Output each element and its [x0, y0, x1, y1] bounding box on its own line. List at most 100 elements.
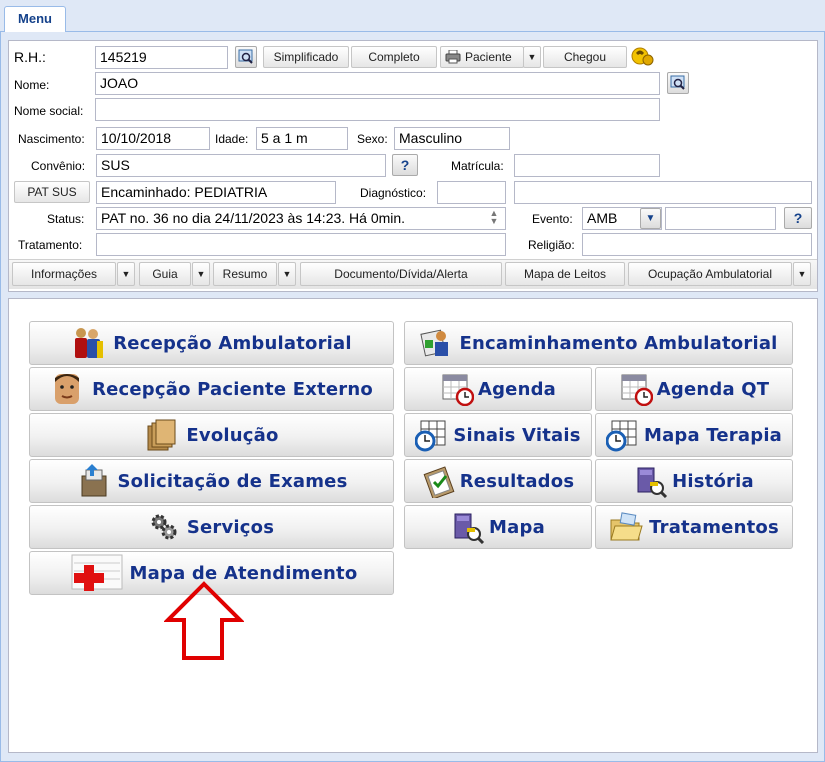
calendar-clock-icon [440, 372, 475, 407]
historia-label: História [672, 470, 754, 492]
open-folder-icon [609, 510, 643, 544]
agenda-button[interactable]: Agenda [404, 367, 592, 411]
search-card-icon [238, 49, 253, 64]
sexo-input[interactable]: Masculino [394, 127, 510, 150]
sexo-label: Sexo: [357, 132, 388, 146]
religiao-input[interactable] [582, 233, 812, 256]
tratamentos-button[interactable]: Tratamentos [595, 505, 793, 549]
nascimento-label: Nascimento: [18, 132, 85, 146]
database-search-icon [451, 510, 485, 545]
red-cross-chart-icon [66, 553, 124, 593]
servicos-label: Serviços [186, 516, 275, 538]
mapa-terapia-button[interactable]: Mapa Terapia [595, 413, 793, 457]
nome-search-button[interactable] [667, 72, 689, 94]
guia-button[interactable]: Guia [139, 262, 191, 286]
evolucao-button[interactable]: Evolução [29, 413, 394, 457]
idade-input[interactable]: 5 a 1 m [256, 127, 348, 150]
status-input[interactable]: PAT no. 36 no dia 24/11/2023 às 14:23. H… [96, 207, 506, 230]
nome-input[interactable]: JOAO [95, 72, 660, 95]
idade-label: Idade: [215, 132, 249, 146]
evento-help-button[interactable]: ? [784, 207, 812, 229]
paciente-label: Paciente [465, 50, 512, 64]
historia-button[interactable]: História [595, 459, 793, 503]
encaminhamento-ambulatorial-label: Encaminhamento Ambulatorial [459, 332, 778, 354]
mapa-de-leitos-button[interactable]: Mapa de Leitos [505, 262, 625, 286]
red-up-arrow-annotation [163, 580, 245, 665]
mapa-terapia-label: Mapa Terapia [643, 424, 783, 446]
agenda-qt-label: Agenda QT [656, 378, 770, 400]
guia-dropdown-arrow[interactable]: ▼ [192, 262, 210, 286]
resumo-button[interactable]: Resumo [213, 262, 277, 286]
servicos-button[interactable]: Serviços [29, 505, 394, 549]
clipboard-check-icon [422, 464, 456, 500]
agenda-label: Agenda [477, 378, 557, 400]
tab-menu[interactable]: Menu [4, 6, 66, 33]
encaminhamento-ambulatorial-button[interactable]: Encaminhamento Ambulatorial [404, 321, 793, 365]
recepcao-ambulatorial-label: Recepção Ambulatorial [113, 332, 352, 354]
nome-label: Nome: [14, 78, 50, 92]
informacoes-dropdown-arrow[interactable]: ▼ [117, 262, 135, 286]
database-search-icon [634, 464, 668, 499]
agenda-qt-button[interactable]: Agenda QT [595, 367, 793, 411]
chevron-down-icon[interactable]: ▼ [640, 208, 661, 229]
exam-request-icon [76, 464, 110, 498]
diagnostico-label: Diagnóstico: [360, 186, 427, 200]
recepcao-ambulatorial-button[interactable]: Recepção Ambulatorial [29, 321, 394, 365]
completo-button[interactable]: Completo [351, 46, 437, 68]
printer-icon [445, 49, 461, 70]
referral-icon [419, 326, 453, 360]
phone-icon[interactable] [629, 44, 655, 68]
chegou-button[interactable]: Chegou [543, 46, 627, 68]
evento-label: Evento: [532, 212, 573, 226]
paciente-dropdown-arrow[interactable]: ▼ [523, 46, 541, 68]
patient-face-icon [50, 372, 84, 406]
matricula-input[interactable] [514, 154, 660, 177]
resultados-button[interactable]: Resultados [404, 459, 592, 503]
evento-detail-input[interactable] [665, 207, 776, 230]
ocupacao-dropdown-arrow[interactable]: ▼ [793, 262, 811, 286]
resumo-dropdown-arrow[interactable]: ▼ [278, 262, 296, 286]
sinais-vitais-label: Sinais Vitais [453, 424, 581, 446]
religiao-label: Religião: [528, 238, 575, 252]
nascimento-input[interactable]: 10/10/2018 [96, 127, 210, 150]
status-spinner-icon[interactable]: ▲ ▼ [486, 209, 502, 227]
paciente-button[interactable]: Paciente [440, 46, 524, 68]
nome-social-input[interactable] [95, 98, 660, 121]
search-card-icon [670, 75, 685, 90]
ocupacao-ambulatorial-button[interactable]: Ocupação Ambulatorial [628, 262, 792, 286]
folders-icon [144, 418, 178, 452]
grid-clock-icon [414, 418, 449, 452]
resultados-label: Resultados [459, 470, 575, 492]
calendar-clock-icon [619, 372, 653, 407]
tratamentos-label: Tratamentos [649, 516, 779, 538]
tab-strip [0, 0, 825, 32]
documento-divida-alerta-button[interactable]: Documento/Dívida/Alerta [300, 262, 502, 286]
mapa-button[interactable]: Mapa [404, 505, 592, 549]
rh-search-button[interactable] [235, 46, 257, 68]
diagnostico-description-input[interactable] [514, 181, 812, 204]
solicitacao-de-exames-label: Solicitação de Exames [117, 470, 348, 492]
convenio-label: Convênio: [31, 159, 86, 173]
people-icon [71, 326, 105, 360]
solicitacao-de-exames-button[interactable]: Solicitação de Exames [29, 459, 394, 503]
diagnostico-code-input[interactable] [437, 181, 506, 204]
tratamento-label: Tratamento: [18, 238, 83, 252]
gears-icon [149, 512, 179, 542]
encaminhado-input[interactable]: Encaminhado: PEDIATRIA [96, 181, 336, 204]
convenio-help-button[interactable]: ? [392, 154, 418, 176]
tratamento-input[interactable] [96, 233, 506, 256]
sinais-vitais-button[interactable]: Sinais Vitais [404, 413, 592, 457]
simplificado-button[interactable]: Simplificado [263, 46, 349, 68]
rh-input[interactable]: 145219 [95, 46, 228, 69]
rh-label: R.H.: [14, 49, 46, 65]
recepcao-paciente-externo-button[interactable]: Recepção Paciente Externo [29, 367, 394, 411]
informacoes-button[interactable]: Informações [12, 262, 116, 286]
evolucao-label: Evolução [186, 424, 279, 446]
recepcao-paciente-externo-label: Recepção Paciente Externo [92, 378, 373, 400]
nome-social-label: Nome social: [14, 104, 84, 118]
grid-clock-icon [605, 418, 640, 452]
pat-sus-button[interactable]: PAT SUS [14, 181, 90, 203]
convenio-input[interactable]: SUS [96, 154, 386, 177]
matricula-label: Matrícula: [451, 159, 504, 173]
status-label: Status: [47, 212, 85, 226]
